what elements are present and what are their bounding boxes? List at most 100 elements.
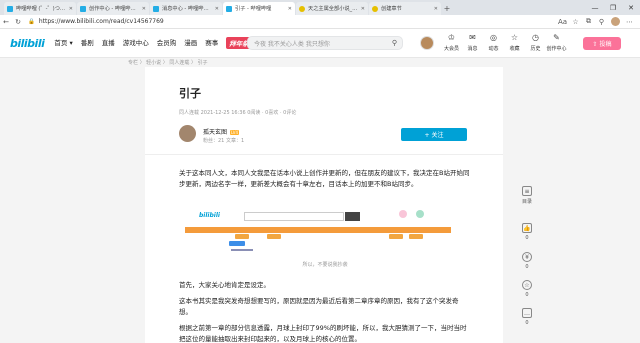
divider xyxy=(145,154,503,155)
address-bar: ← ↻ 🔒 https://www.bilibili.com/read/cv14… xyxy=(0,15,640,29)
bilibili-favicon-icon xyxy=(7,5,13,12)
url-field[interactable]: 🔒 https://www.bilibili.com/read/cv145677… xyxy=(28,17,408,27)
author-stats: 粉丝：21 文章：1 xyxy=(203,138,245,144)
nav-game-center[interactable]: 游戏中心 xyxy=(123,37,149,49)
header-icon-label: 收藏 xyxy=(509,46,520,52)
url-text: https://www.bilibili.com/read/cv14567769 xyxy=(38,18,164,25)
header-creator-center[interactable]: ✎ 创作中心 xyxy=(546,33,567,52)
favorite-page-icon[interactable]: ☆ xyxy=(569,18,582,26)
header-messages[interactable]: ✉ 消息 xyxy=(462,33,483,52)
header-vip[interactable]: ♔ 大会员 xyxy=(441,33,462,52)
browser-tab[interactable]: 哔哩哔哩 (゜-゜)つロ 干杯~-bili ✕ xyxy=(4,2,76,15)
header-dynamic[interactable]: ◎ 动态 xyxy=(483,33,504,52)
catalog-button[interactable]: ≡ 目录 xyxy=(519,186,535,205)
bilibili-logo[interactable]: bilibili xyxy=(10,37,45,50)
coin-button[interactable]: ¥ 0 xyxy=(519,252,535,270)
search-input[interactable]: 今夜 我不关心人类 我只想你 ⚲ xyxy=(247,36,403,50)
tab-close-icon[interactable]: ✕ xyxy=(361,6,365,12)
author-name[interactable]: 孤天玄图 LV4 xyxy=(203,127,240,136)
main-nav: 首页 ▾ 番剧 直播 游戏中心 会员购 漫画 赛事 拜年祭会 xyxy=(54,37,266,49)
like-button[interactable]: 👍 0 xyxy=(519,223,535,241)
embedded-chip xyxy=(409,234,423,239)
tab-title: 哔哩哔哩 (゜-゜)つロ 干杯~-bili xyxy=(16,6,67,12)
header-icon-label: 历史 xyxy=(530,46,541,52)
tab-close-icon[interactable]: ✕ xyxy=(215,6,219,12)
new-tab-button[interactable]: + xyxy=(442,2,452,15)
author-name-text: 孤天玄图 xyxy=(203,129,228,136)
like-icon: 👍 xyxy=(522,223,532,233)
header-icon-label: 创作中心 xyxy=(546,46,567,52)
browser-tab-strip: 哔哩哔哩 (゜-゜)つロ 干杯~-bili ✕ 创作中心 - 哔哩哔哩弹幕视频网… xyxy=(0,0,640,15)
favorite-button[interactable]: ☆ 0 xyxy=(519,280,535,298)
tab-close-icon[interactable]: ✕ xyxy=(69,6,73,12)
browser-tab-active[interactable]: 引子 - 哔哩哔哩 ✕ xyxy=(223,2,295,15)
header-history[interactable]: ◷ 历史 xyxy=(525,33,546,52)
header-favorites[interactable]: ☆ 收藏 xyxy=(504,33,525,52)
search-placeholder: 今夜 我不关心人类 我只想你 xyxy=(254,40,330,48)
coin-icon: ¥ xyxy=(522,252,532,262)
browser-tab[interactable]: 天之主属全部小说_天之主 ✕ xyxy=(296,2,368,15)
nav-live[interactable]: 直播 xyxy=(102,37,115,49)
crown-icon: ♔ xyxy=(447,33,456,42)
follow-button[interactable]: + 关注 xyxy=(401,128,467,141)
dynamic-icon: ◎ xyxy=(490,33,497,42)
window-controls: — ❐ ✕ xyxy=(586,0,640,15)
tab-close-icon[interactable]: ✕ xyxy=(288,6,292,12)
collections-icon[interactable]: ⧉ xyxy=(582,17,595,26)
catalog-label: 目录 xyxy=(521,199,532,205)
embedded-search-box xyxy=(244,212,344,221)
maximize-button[interactable]: ❐ xyxy=(604,0,622,15)
profile-avatar[interactable] xyxy=(611,17,620,26)
like-count: 0 xyxy=(525,235,529,241)
nav-anime[interactable]: 番剧 xyxy=(81,37,94,49)
nav-esports[interactable]: 赛事 xyxy=(205,37,218,49)
article-card: 引子 同人连载 2021-12-25 16:36 0阅读 · 0喜欢 · 0评论… xyxy=(145,67,503,343)
author-avatar[interactable] xyxy=(179,125,196,142)
minimize-button[interactable]: — xyxy=(586,0,604,15)
user-avatar[interactable] xyxy=(420,36,434,50)
tab-title: 消息中心 - 哔哩哔哩弹幕视频网 xyxy=(162,6,213,12)
catalog-icon: ≡ xyxy=(522,186,532,196)
article-paragraph: 首先，大家关心地肯定是设定。 xyxy=(179,281,270,289)
article-paragraph: 根据之前第一章的部分信息透露，月球上封印了99%的刷坏能，所以，我大胆猜测了一下… xyxy=(179,324,467,343)
reader-icon[interactable]: Aa xyxy=(556,18,569,26)
embedded-chip xyxy=(389,234,403,239)
novel-favicon-icon xyxy=(299,5,305,12)
article-meta: 同人连载 2021-12-25 16:36 0阅读 · 0喜欢 · 0评论 xyxy=(179,110,297,116)
embedded-blue-chip xyxy=(229,241,245,246)
close-window-button[interactable]: ✕ xyxy=(622,0,640,15)
embedded-search-button xyxy=(345,212,360,221)
coin-count: 0 xyxy=(525,264,529,270)
more-menu-icon[interactable]: ⋯ xyxy=(623,18,636,26)
upload-button[interactable]: ⇧ 投稿 xyxy=(583,37,621,50)
tab-title: 创作中心 - 哔哩哔哩弹幕视频网 xyxy=(89,6,140,12)
site-header: bilibili 首页 ▾ 番剧 直播 游戏中心 会员购 漫画 赛事 拜年祭会 … xyxy=(0,29,640,58)
header-icon-group: ♔ 大会员 ✉ 消息 ◎ 动态 ☆ 收藏 ◷ 历史 ✎ 创作中心 xyxy=(441,33,567,52)
header-icon-label: 大会员 xyxy=(443,46,459,52)
novel-favicon-icon xyxy=(372,5,378,12)
refresh-icon[interactable]: ↻ xyxy=(12,18,24,26)
tab-close-icon[interactable]: ✕ xyxy=(434,6,438,12)
embedded-chip xyxy=(267,234,281,239)
image-caption: 所以，不要说我抄袭 xyxy=(302,262,348,268)
embedded-avatar xyxy=(416,210,424,218)
nav-home[interactable]: 首页 ▾ xyxy=(54,37,72,49)
comment-button[interactable]: … 0 xyxy=(519,308,535,326)
bilibili-favicon-icon xyxy=(153,5,159,12)
favorite-count: 0 xyxy=(525,292,529,298)
browser-tab[interactable]: 创作中心 - 哔哩哔哩弹幕视频网 ✕ xyxy=(77,2,149,15)
browser-toolbar-right: Aa ☆ ⧉ ⚲ ⋯ xyxy=(556,17,640,26)
embedded-chip xyxy=(235,234,249,239)
browser-tab[interactable]: 消息中心 - 哔哩哔哩弹幕视频网 ✕ xyxy=(150,2,222,15)
nav-mall[interactable]: 会员购 xyxy=(157,37,177,49)
search-icon[interactable]: ⚲ xyxy=(392,39,397,47)
nav-manga[interactable]: 漫画 xyxy=(184,37,197,49)
level-badge: LV4 xyxy=(230,130,240,135)
breadcrumb[interactable]: 专栏 〉 轻小说 〉 同人连载 〉 引子 xyxy=(128,59,208,66)
bulb-icon: ✎ xyxy=(553,33,560,42)
tab-close-icon[interactable]: ✕ xyxy=(142,6,146,12)
favorite-icon: ☆ xyxy=(522,280,532,290)
back-icon[interactable]: ← xyxy=(0,18,12,26)
browser-tab[interactable]: 创建章节 ✕ xyxy=(369,2,441,15)
extensions-icon[interactable]: ⚲ xyxy=(595,18,608,26)
